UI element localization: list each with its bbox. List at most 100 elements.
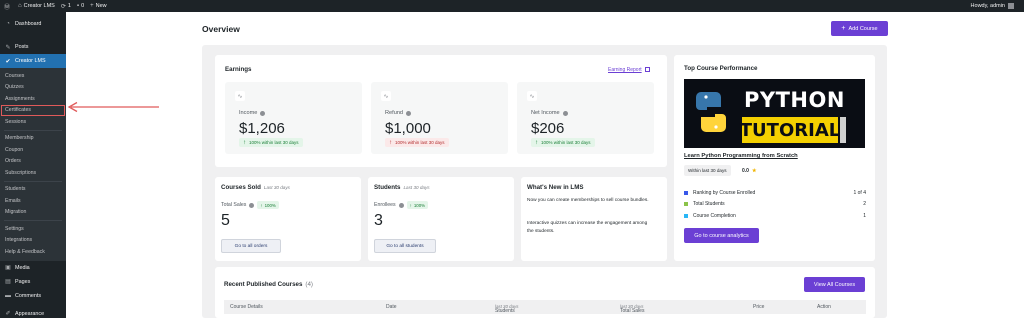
info-icon	[406, 110, 412, 116]
site-name-link[interactable]: ⌂ Creator LMS	[18, 3, 55, 9]
arrow-up-icon: ↑	[409, 202, 412, 208]
add-course-button[interactable]: + Add Course	[831, 21, 888, 36]
income-stat: ∿ Income $1,206 ↑ 100% within last 30 day…	[225, 82, 362, 154]
change-badge: ↑ 100% within last 30 days	[531, 138, 595, 147]
all-students-button[interactable]: Go to all students	[374, 239, 436, 253]
wordpress-logo-icon[interactable]: Ⓦ	[4, 2, 12, 11]
external-link-icon	[644, 67, 650, 73]
arrow-up-icon: ↑	[389, 139, 392, 146]
change-badge: ↑ 100%	[257, 201, 279, 209]
submenu-divider	[4, 180, 62, 182]
pages-icon: ▤	[5, 279, 11, 285]
menu-posts[interactable]: ✎ Posts	[0, 40, 66, 54]
submenu-certificates[interactable]: Certificates	[0, 104, 66, 116]
plus-icon: +	[841, 25, 846, 32]
submenu-students[interactable]: Students	[0, 184, 66, 196]
top-course-title: Top Course Performance	[684, 65, 758, 72]
new-content-link[interactable]: + New	[90, 3, 107, 9]
whats-new-text-2: Interactive quizzes can increase the eng…	[527, 221, 648, 234]
col-course-details: Course Details	[230, 304, 263, 310]
col-price: Price	[753, 304, 765, 310]
col-total-sales: Total Sales last 30 days	[620, 304, 645, 314]
brush-icon: ✐	[5, 311, 11, 317]
course-analytics-button[interactable]: Go to course analytics	[684, 228, 759, 243]
arrow-up-icon: ↑	[260, 202, 263, 208]
admin-sidebar: ◔ Dashboard ✎ Posts ✔ Creator LMS Courses Q…	[0, 12, 66, 318]
comment-icon: ▪	[76, 3, 80, 9]
star-icon: ★	[751, 168, 757, 174]
refresh-icon: ⟳	[60, 3, 66, 10]
submenu-sessions[interactable]: Sessions	[0, 116, 66, 128]
submenu-orders[interactable]: Orders	[0, 156, 66, 168]
students-value: 3	[374, 212, 383, 229]
courses-sold-value: 5	[221, 212, 230, 229]
submenu-assignments[interactable]: Assignments	[0, 93, 66, 105]
trend-icon: ∿	[381, 91, 391, 101]
submenu-integrations[interactable]: Integrations	[0, 235, 66, 247]
submenu-divider	[4, 129, 62, 131]
arrow-up-icon: ↑	[535, 139, 538, 146]
info-icon	[249, 202, 255, 208]
submenu-emails[interactable]: Emails	[0, 195, 66, 207]
course-thumbnail[interactable]: PYTHON TUTORIAL	[684, 79, 865, 148]
earnings-title: Earnings	[225, 66, 252, 73]
trend-icon: ∿	[235, 91, 245, 101]
admin-bar: Ⓦ ⌂ Creator LMS ⟳ 1 ▪ 0 + New Howdy, admin	[0, 0, 1024, 12]
students-title: Students Last 30 days	[374, 184, 430, 191]
info-icon	[562, 110, 568, 116]
avatar	[1008, 3, 1014, 9]
col-action: Action	[817, 304, 831, 310]
info-icon	[260, 110, 266, 116]
trend-icon: ∿	[527, 91, 537, 101]
table-header: Course Details Date Students last 30 day…	[224, 300, 866, 314]
whats-new-title: What's New in LMS	[527, 184, 584, 191]
submenu-divider	[4, 220, 62, 221]
change-badge: ↑ 100% within last 30 days	[385, 138, 449, 147]
rating: 0.0 ★	[742, 168, 757, 174]
page-title: Overview	[202, 24, 240, 34]
updates-link[interactable]: ⟳ 1	[61, 3, 71, 10]
comments-link[interactable]: ▪ 0	[77, 3, 84, 9]
info-icon	[398, 202, 404, 208]
change-badge: ↑ 100% within last 30 days	[239, 138, 303, 147]
highlight-box	[1, 104, 65, 116]
menu-dashboard[interactable]: ◔ Dashboard	[0, 17, 66, 31]
creator-lms-icon: ✔	[5, 58, 11, 65]
account-menu[interactable]: Howdy, admin	[971, 3, 1014, 9]
col-date: Date	[386, 304, 397, 310]
total-students-row: Total Students 2	[684, 199, 866, 208]
arrow-up-icon: ↑	[243, 139, 246, 146]
media-icon: ▣	[5, 265, 11, 271]
annotation-arrow-icon	[67, 101, 159, 113]
submenu-help-feedback[interactable]: Help & Feedback	[0, 246, 66, 258]
submenu-membership[interactable]: Membership	[0, 133, 66, 145]
plus-icon: +	[90, 3, 94, 9]
submenu-quizzes[interactable]: Quizzes	[0, 82, 66, 94]
course-name-link[interactable]: Learn Python Programming from Scratch	[684, 153, 798, 159]
col-students: Students last 30 days	[495, 304, 519, 314]
creator-lms-submenu: Courses Quizzes Assignments Certificates…	[0, 68, 66, 261]
menu-media[interactable]: ▣ Media	[0, 261, 66, 275]
menu-pages[interactable]: ▤ Pages	[0, 275, 66, 289]
refund-stat: ∿ Refund $1,000 ↑ 100% within last 30 day…	[371, 82, 508, 154]
legend-square	[684, 201, 688, 206]
view-all-courses-button[interactable]: View All Courses	[804, 277, 865, 292]
net-income-stat: ∿ Net Income $206 ↑ 100% within last 30 d…	[517, 82, 654, 154]
submenu-subscriptions[interactable]: Subscriptions	[0, 167, 66, 179]
ranking-row: Ranking by Course Enrolled 1 of 4	[684, 188, 866, 197]
submenu-coupon[interactable]: Coupon	[0, 144, 66, 156]
submenu-courses[interactable]: Courses	[0, 70, 66, 82]
all-orders-button[interactable]: Go to all orders	[221, 239, 281, 253]
earning-report-link[interactable]: Earning Report	[608, 67, 650, 73]
recent-courses-title: Recent Published Courses (4)	[224, 281, 313, 288]
menu-creator-lms[interactable]: ✔ Creator LMS	[0, 54, 66, 68]
submenu-migration[interactable]: Migration	[0, 207, 66, 219]
course-completion-row: Course Completion 1	[684, 211, 866, 220]
change-badge: ↑ 100%	[406, 201, 429, 209]
comments-icon: ▬	[5, 292, 11, 299]
menu-appearance[interactable]: ✐ Appearance	[0, 307, 66, 318]
whats-new-text-1: Now you can create memberships to sell c…	[527, 198, 649, 203]
submenu-settings[interactable]: Settings	[0, 223, 66, 235]
legend-square	[684, 213, 688, 218]
menu-comments[interactable]: ▬ Comments	[0, 289, 66, 303]
